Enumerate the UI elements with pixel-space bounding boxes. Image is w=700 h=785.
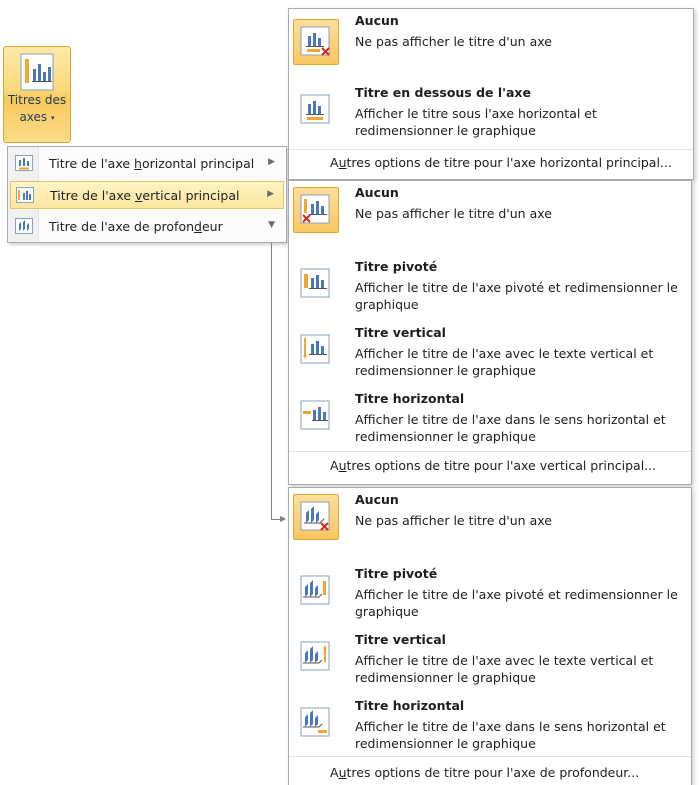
menu-item-label: Titre de l'axe [49,156,134,171]
option-none-horizontal[interactable]: Aucun Ne pas afficher le titre d'un axe [289,9,693,81]
option-none-depth[interactable]: Aucun Ne pas afficher le titre d'un axe [289,488,691,556]
more-depth-title-options[interactable]: Autres options de titre pour l'axe de pr… [330,765,639,780]
dropdown-arrow-icon: ▾ [51,114,55,122]
more-options-label: A [330,458,339,473]
horizontal-axis-title-gallery: Aucun Ne pas afficher le titre d'un axe … [288,8,694,180]
option-title: Titre vertical [355,325,446,340]
option-vertical-title[interactable]: Titre vertical Afficher le titre de l'ax… [289,321,691,387]
option-title: Titre pivoté [355,259,438,274]
no-title-icon [293,187,339,233]
option-description: Afficher le titre de l'axe dans le sens … [355,412,666,444]
more-options-label: A [330,765,339,780]
vertical-title-icon [293,634,339,680]
menu-item-label: Titre de l'axe [50,188,135,203]
option-description: Afficher le titre de l'axe avec le texte… [355,346,654,378]
menu-item-horizontal-axis-title[interactable]: Titre de l'axe horizontal principal ▶ [10,150,284,178]
horizontal-axis-title-icon [15,155,33,171]
option-title: Aucun [355,185,399,200]
menu-item-label-rest: eur [201,219,223,234]
menu-item-hotkey: d [194,219,202,234]
option-rotated-title-depth[interactable]: Titre pivoté Afficher le titre de l'axe … [289,562,691,628]
axis-titles-menu: Titre de l'axe horizontal principal ▶ Ti… [7,146,287,243]
vertical-axis-title-gallery: Aucun Ne pas afficher le titre d'un axe … [288,180,692,485]
more-options-label-rest: tres options de titre pour l'axe horizon… [346,155,672,170]
menu-item-depth-axis-title[interactable]: Titre de l'axe de profondeur ▼ [10,213,284,241]
option-horizontal-title[interactable]: Titre horizontal Afficher le titre de l'… [289,387,691,453]
axis-titles-label-line2: axes [19,110,48,124]
more-vertical-title-options[interactable]: Autres options de titre pour l'axe verti… [330,458,656,473]
chevron-down-icon: ▼ [268,220,275,230]
menu-item-hotkey: h [134,156,142,171]
option-title: Titre vertical [355,632,446,647]
vertical-title-icon [293,327,339,373]
option-title-below-axis[interactable]: Titre en dessous de l'axe Afficher le ti… [289,81,693,151]
separator [289,149,693,150]
more-horizontal-title-options[interactable]: Autres options de titre pour l'axe horiz… [330,155,672,170]
option-vertical-title-depth[interactable]: Titre vertical Afficher le titre de l'ax… [289,628,691,694]
more-options-label-rest: tres options de titre pour l'axe vertica… [346,458,657,473]
axis-titles-label-line1: Titres des [7,93,67,107]
option-title: Titre en dessous de l'axe [355,85,531,100]
rotated-title-icon [293,568,339,614]
more-options-hotkey: u [338,458,347,473]
connector-line [271,243,272,519]
horizontal-title-icon [293,700,339,746]
more-options-hotkey: u [338,155,347,170]
option-description: Ne pas afficher le titre d'un axe [355,513,552,528]
more-options-label-rest: tres options de titre pour l'axe de prof… [346,765,640,780]
menu-item-label-rest: orizontal principal [141,156,255,171]
axis-titles-button[interactable]: Titres des axes ▾ [3,46,71,143]
option-description: Afficher le titre de l'axe dans le sens … [355,719,666,751]
menu-item-label-rest: ertical principal [142,188,240,203]
depth-axis-title-gallery: Aucun Ne pas afficher le titre d'un axe … [288,487,692,785]
option-description: Afficher le titre de l'axe pivoté et red… [355,280,678,312]
option-none-vertical[interactable]: Aucun Ne pas afficher le titre d'un axe [289,181,691,249]
option-description: Afficher le titre de l'axe avec le texte… [355,653,654,685]
separator [289,756,691,757]
more-options-hotkey: u [338,765,347,780]
option-horizontal-title-depth[interactable]: Titre horizontal Afficher le titre de l'… [289,694,691,760]
option-title: Aucun [355,492,399,507]
option-title: Titre horizontal [355,698,465,713]
option-title: Aucun [355,13,399,28]
option-description: Afficher le titre de l'axe pivoté et red… [355,587,678,619]
horizontal-title-icon [293,393,339,439]
menu-item-label: Titre de l'axe de profon [49,219,195,234]
menu-item-vertical-axis-title[interactable]: Titre de l'axe vertical principal ▶ [10,181,284,209]
separator [289,451,691,452]
option-rotated-title[interactable]: Titre pivoté Afficher le titre de l'axe … [289,255,691,321]
more-options-label: A [330,155,339,170]
title-below-axis-icon [293,87,339,133]
option-description: Ne pas afficher le titre d'un axe [355,34,552,49]
option-title: Titre horizontal [355,391,465,406]
option-description: Ne pas afficher le titre d'un axe [355,206,552,221]
connector-arrow-icon: ▶ [280,514,287,523]
no-title-icon [293,19,339,65]
option-title: Titre pivoté [355,566,438,581]
option-description: Afficher le titre sous l'axe horizontal … [355,106,597,138]
no-title-icon [293,494,339,540]
axis-titles-icon [20,53,54,91]
rotated-title-icon [293,261,339,307]
depth-axis-title-icon [15,218,33,234]
chevron-right-icon: ▶ [267,189,274,199]
chevron-right-icon: ▶ [268,157,275,167]
vertical-axis-title-icon [16,187,34,203]
